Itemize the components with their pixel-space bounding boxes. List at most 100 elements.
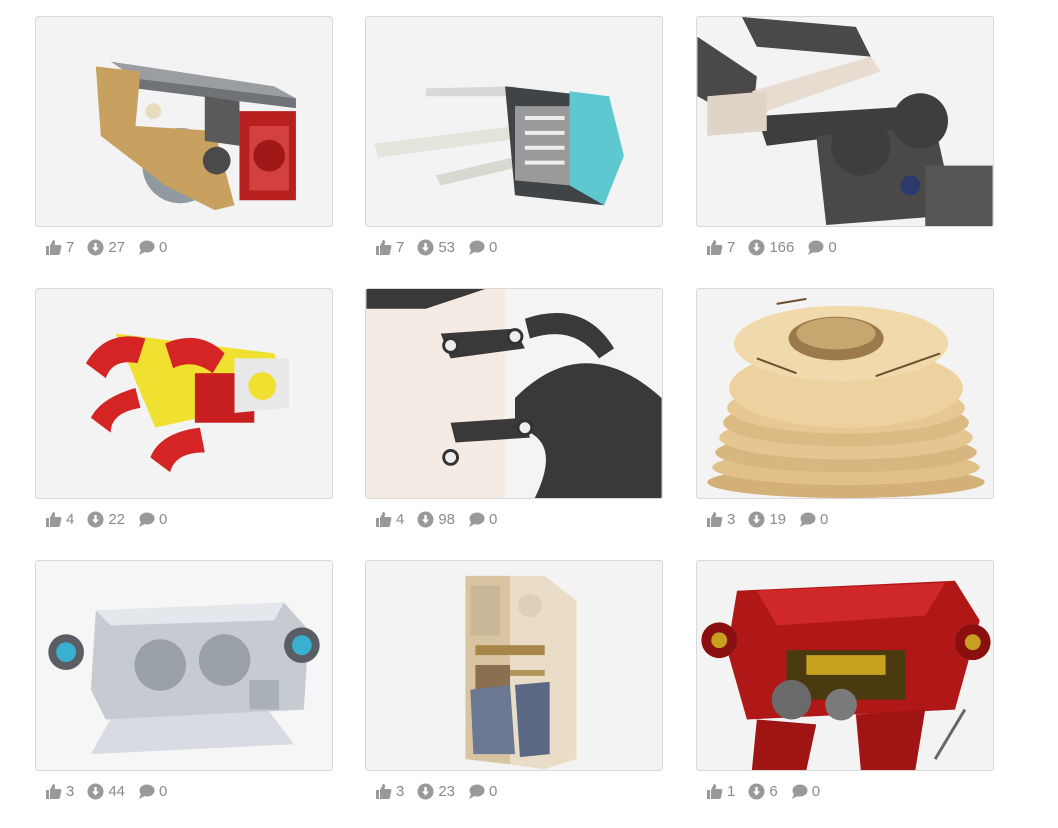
model-card: 3 44 0 [35,560,333,801]
model-thumbnail[interactable] [35,16,333,227]
download-button[interactable]: 44 [87,783,125,800]
like-count: 7 [396,238,405,256]
model-thumbnail[interactable] [365,16,663,227]
comment-count: 0 [489,238,498,256]
comment-icon [468,511,485,528]
model-thumbnail[interactable] [35,560,333,771]
like-count: 3 [396,782,405,800]
comment-count: 0 [159,238,168,256]
stats-bar: 4 22 0 [35,509,333,529]
model-card: 3 19 0 [696,288,994,529]
like-count: 4 [396,510,405,528]
download-icon [748,239,765,256]
model-card: 7 53 0 [365,16,663,257]
like-button[interactable]: 1 [706,783,735,800]
comment-button[interactable]: 0 [468,783,497,800]
download-button[interactable]: 19 [748,511,786,528]
stats-bar: 3 44 0 [35,781,333,801]
like-button[interactable]: 4 [45,511,74,528]
download-button[interactable]: 53 [417,239,455,256]
model-thumbnail[interactable] [696,288,994,499]
thumbs-up-icon [45,511,62,528]
like-count: 1 [727,782,736,800]
thumbs-up-icon [706,239,723,256]
download-icon [417,783,434,800]
thumbs-up-icon [706,783,723,800]
model-thumbnail[interactable] [365,288,663,499]
like-button[interactable]: 4 [375,511,404,528]
comment-button[interactable]: 0 [468,239,497,256]
stats-bar: 1 6 0 [696,781,994,801]
comment-icon [799,511,816,528]
comment-icon [468,239,485,256]
comment-count: 0 [159,782,168,800]
comment-count: 0 [159,510,168,528]
thumbs-up-icon [375,783,392,800]
comment-button[interactable]: 0 [799,511,828,528]
comment-button[interactable]: 0 [138,511,167,528]
stats-bar: 7 53 0 [365,237,663,257]
like-button[interactable]: 3 [375,783,404,800]
download-button[interactable]: 22 [87,511,125,528]
download-icon [417,239,434,256]
comment-count: 0 [489,782,498,800]
download-button[interactable]: 27 [87,239,125,256]
comment-button[interactable]: 0 [807,238,837,256]
download-icon [417,511,434,528]
download-button[interactable]: 6 [748,783,778,800]
model-thumbnail[interactable] [365,560,663,771]
download-icon [748,511,765,528]
like-count: 7 [727,238,736,256]
thumbs-up-icon [375,239,392,256]
download-icon [87,239,104,256]
model-card: 4 98 0 [365,288,663,529]
download-button[interactable]: 23 [417,783,455,800]
download-button[interactable]: 98 [417,511,455,528]
thumbs-up-icon [45,239,62,256]
comment-button[interactable]: 0 [468,511,497,528]
download-count: 44 [108,782,126,800]
download-icon [87,511,104,528]
like-button[interactable]: 3 [45,783,74,800]
comment-icon [807,239,824,256]
comment-button[interactable]: 0 [138,239,167,256]
model-card: 4 22 0 [35,288,333,529]
like-button[interactable]: 7 [706,239,735,256]
comment-count: 0 [811,782,821,800]
model-thumbnail[interactable] [696,16,994,227]
comment-icon [791,783,808,800]
download-count: 27 [108,238,126,256]
thumbs-up-icon [706,511,723,528]
model-thumbnail[interactable] [696,560,994,771]
comment-icon [138,511,155,528]
model-card: 7 166 0 [696,16,994,257]
like-count: 4 [66,510,75,528]
like-count: 3 [727,510,736,528]
download-count: 23 [438,782,456,800]
like-count: 7 [66,238,75,256]
comment-count: 0 [828,238,837,256]
like-button[interactable]: 7 [375,239,404,256]
comment-button[interactable]: 0 [138,783,167,800]
like-button[interactable]: 7 [45,239,74,256]
stats-bar: 3 23 0 [365,781,663,801]
comment-button[interactable]: 0 [791,783,820,800]
comment-icon [468,783,485,800]
download-count: 98 [438,510,456,528]
download-icon [748,783,765,800]
stats-bar: 3 19 0 [696,509,994,529]
model-thumbnail[interactable] [35,288,333,499]
thumbs-up-icon [45,783,62,800]
download-count: 19 [769,510,787,528]
stats-bar: 7 166 0 [696,237,994,257]
comment-icon [138,239,155,256]
download-button[interactable]: 166 [748,239,794,256]
download-count: 53 [438,238,456,256]
comment-icon [138,783,155,800]
comment-count: 0 [489,510,498,528]
stats-bar: 7 27 0 [35,237,333,257]
like-button[interactable]: 3 [706,511,735,528]
thumbs-up-icon [375,511,392,528]
download-count: 22 [108,510,126,528]
model-card: 1 6 0 [696,560,994,801]
